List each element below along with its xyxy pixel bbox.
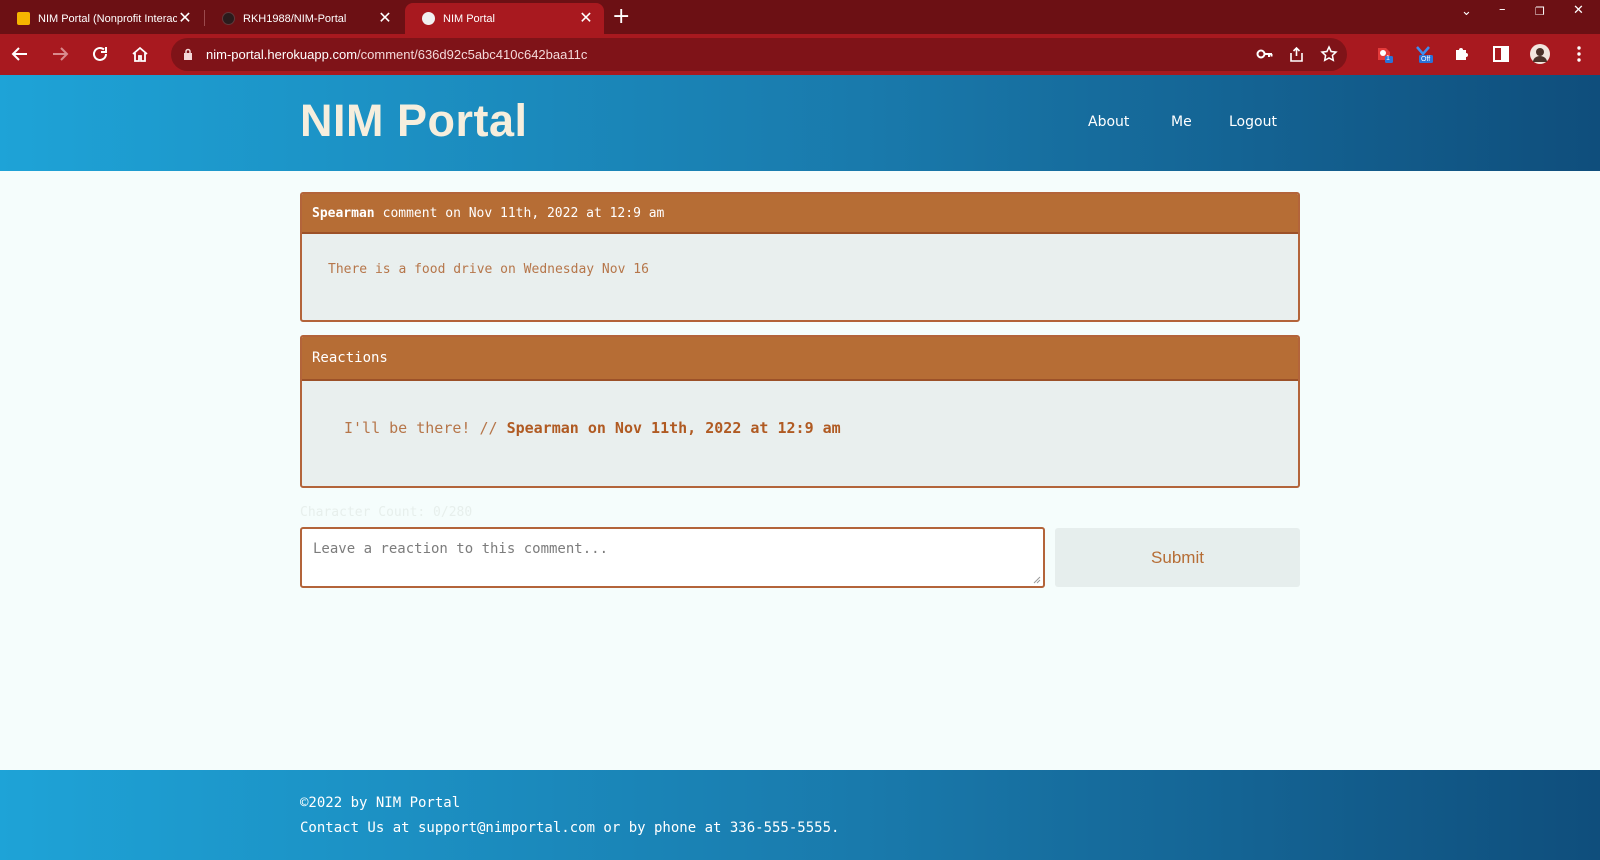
reactions-card: Reactions I'll be there! // Spearman on …	[300, 335, 1300, 488]
close-tab-icon[interactable]: ✕	[578, 10, 594, 27]
nav-me-link[interactable]: Me	[1171, 114, 1192, 130]
restore-icon[interactable]: ❐	[1535, 5, 1545, 18]
close-tab-icon[interactable]: ✕	[177, 10, 193, 27]
page-favicon-icon	[422, 12, 435, 25]
comment-text: There is a food drive on Wednesday Nov 1…	[328, 262, 649, 277]
extension-badge: 1	[1386, 55, 1390, 62]
reactions-list: I'll be there! // Spearman on Nov 11th, …	[302, 381, 1298, 437]
tab-search-icon[interactable]: ⌄	[1461, 4, 1472, 19]
submit-button[interactable]: Submit	[1055, 528, 1300, 587]
forward-icon[interactable]	[48, 42, 72, 66]
minimize-icon[interactable]: –	[1499, 2, 1506, 17]
lock-icon[interactable]	[183, 48, 193, 61]
url-host: nim-portal.herokuapp.com	[206, 47, 358, 62]
tab-title: RKH1988/NIM-Portal	[243, 12, 347, 25]
extension-off-icon[interactable]: Off	[1413, 43, 1435, 65]
extensions-puzzle-icon[interactable]	[1451, 43, 1473, 65]
reaction-byline: Spearman on Nov 11th, 2022 at 12:9 am	[506, 419, 841, 437]
extension-shield-icon[interactable]: 1	[1373, 43, 1395, 65]
tab-title: NIM Portal	[443, 12, 495, 25]
bookmark-star-icon[interactable]	[1320, 45, 1338, 67]
comment-header: Spearman comment on Nov 11th, 2022 at 12…	[302, 194, 1298, 234]
profile-avatar-icon[interactable]	[1529, 43, 1551, 65]
share-icon[interactable]	[1288, 46, 1305, 67]
home-icon[interactable]	[128, 42, 152, 66]
footer-contact: Contact Us at support@nimportal.com or b…	[300, 820, 840, 836]
comment-meta: comment on Nov 11th, 2022 at 12:9 am	[382, 205, 665, 221]
browser-tab-active[interactable]: NIM Portal ✕	[405, 3, 604, 34]
reaction-placeholder: Leave a reaction to this comment...	[313, 541, 609, 557]
reactions-header: Reactions	[302, 337, 1298, 381]
reload-icon[interactable]	[88, 42, 112, 66]
back-icon[interactable]	[8, 42, 32, 66]
reaction-item: I'll be there! // Spearman on Nov 11th, …	[344, 419, 1298, 437]
comment-card: Spearman comment on Nov 11th, 2022 at 12…	[300, 192, 1300, 322]
browser-toolbar: nim-portal.herokuapp.com/comment/636d92c…	[0, 34, 1600, 75]
character-count: Character Count: 0/280	[300, 505, 473, 520]
close-tab-icon[interactable]: ✕	[377, 10, 393, 27]
browser-tab[interactable]: NIM Portal (Nonprofit Interacti ✕	[0, 3, 203, 34]
comment-body: There is a food drive on Wednesday Nov 1…	[302, 234, 1298, 277]
browser-tab-bar: NIM Portal (Nonprofit Interacti ✕ RKH198…	[0, 0, 1600, 34]
key-icon[interactable]	[1256, 46, 1274, 66]
resize-handle-icon[interactable]	[1033, 576, 1041, 584]
reaction-textarea[interactable]: Leave a reaction to this comment...	[300, 527, 1045, 588]
reactions-heading: Reactions	[312, 350, 388, 366]
footer-copyright: ©2022 by NIM Portal	[300, 795, 461, 811]
reaction-text: I'll be there! //	[344, 419, 498, 437]
extension-badge: Off	[1421, 56, 1431, 63]
notes-favicon-icon	[17, 12, 30, 25]
tab-title: NIM Portal (Nonprofit Interacti	[38, 12, 177, 25]
url-path: /comment/636d92c5abc410c642baa11c	[357, 47, 588, 62]
new-tab-icon[interactable]: +	[612, 6, 630, 28]
comment-author: Spearman	[312, 205, 375, 221]
browser-tab[interactable]: RKH1988/NIM-Portal ✕	[205, 3, 403, 34]
nav-logout-link[interactable]: Logout	[1229, 114, 1277, 130]
github-favicon-icon	[222, 12, 235, 25]
url-text: nim-portal.herokuapp.com/comment/636d92c…	[206, 47, 587, 62]
site-brand[interactable]: NIM Portal	[300, 95, 528, 147]
site-footer: ©2022 by NIM Portal Contact Us at suppor…	[0, 770, 1600, 860]
site-header: NIM Portal About Me Logout	[0, 75, 1600, 171]
browser-menu-icon[interactable]	[1568, 43, 1590, 65]
close-window-icon[interactable]: ✕	[1573, 3, 1584, 18]
nav-about-link[interactable]: About	[1088, 114, 1129, 130]
address-bar[interactable]: nim-portal.herokuapp.com/comment/636d92c…	[171, 38, 1347, 71]
side-panel-icon[interactable]	[1490, 43, 1512, 65]
